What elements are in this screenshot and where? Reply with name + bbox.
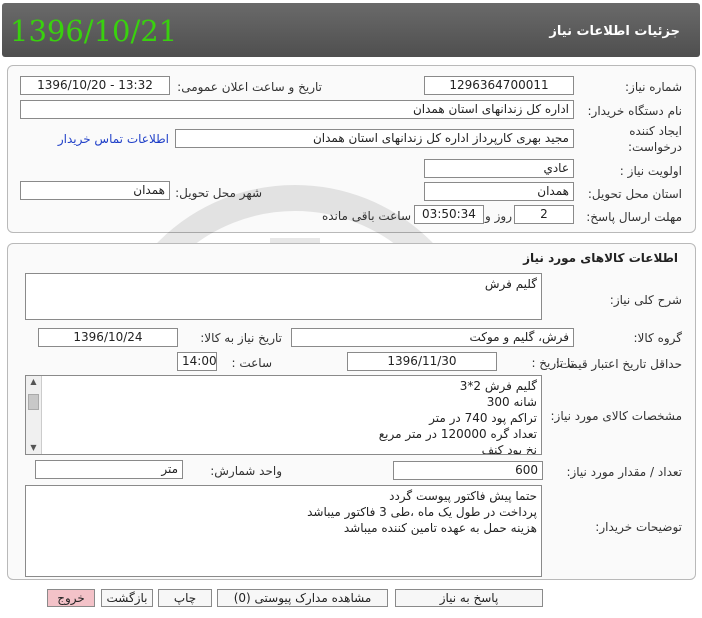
general-desc-label: شرح کلی نیاز: [609,293,682,307]
remaining-word: ساعت باقی مانده [321,209,411,223]
province-field: همدان [424,182,574,201]
until-date-label: تا تاریخ : [531,356,574,370]
province-label: استان محل تحویل: [587,187,682,201]
buyer-note-line: هزینه حمل به عهده تامین کننده میباشد [343,521,537,535]
group-label: گروه کالا: [633,331,683,345]
buyer-notes-field: حتما پیش فاکتور پیوست گردد پرداخت در طول… [25,485,542,577]
deadline-time-field: 03:50:34 [414,205,484,224]
specs-line: گلیم فرش 2*3 [459,379,537,393]
need-number-field: 1296364700011 [424,76,574,95]
priority-field: عادي [424,159,574,178]
buyer-note-line: حتما پیش فاکتور پیوست گردد [389,489,537,503]
buyer-org-label: نام دستگاه خریدار: [587,104,683,118]
reply-button[interactable]: پاسخ به نیاز [395,589,543,607]
specs-line: نخ پود کنف [481,443,537,455]
specs-line: تعداد گره 120000 در متر مربع [378,427,537,441]
hour-label: ساعت : [231,356,272,370]
buyer-notes-label: توضیحات خریدار: [595,520,682,534]
qty-label: تعداد / مقدار مورد نیاز: [566,465,682,479]
days-word: روز و [485,209,512,223]
announce-label: تاریخ و ساعت اعلان عمومی: [177,80,322,94]
min-valid-label: حداقل تاریخ اعتبار قیمت: [555,357,682,371]
need-date-field: 1396/10/24 [38,328,178,347]
creator-label-line2: درخواست: [628,140,682,154]
specs-label: مشخصات کالای مورد نیاز: [550,409,682,423]
specs-line: تراکم پود 740 در متر [429,411,537,425]
scroll-down-arrow-icon[interactable]: ▼ [26,442,41,454]
date-stamp: 1396/10/21 [10,14,178,48]
scroll-thumb[interactable] [28,394,39,410]
general-desc-field: گلیم فرش [25,273,542,320]
back-button[interactable]: بازگشت [101,589,153,607]
print-button[interactable]: چاپ [158,589,212,607]
page-title: جزئیات اطلاعات نیاز [549,24,680,39]
contact-buyer-link[interactable]: اطلاعات تماس خریدار [58,132,169,146]
creator-field: مجید بهری کارپرداز اداره کل زندانهای است… [175,129,574,148]
creator-label-line1: ایجاد کننده [629,124,682,138]
goods-section-title: اطلاعات کالاهای مورد نیاز [523,251,678,265]
need-number-label: شماره نیاز: [625,80,682,94]
city-field: همدان [20,181,170,200]
scroll-up-arrow-icon[interactable]: ▲ [26,376,41,388]
hour-field: 14:00 [177,352,217,371]
unit-field: متر [35,460,183,479]
city-label: شهر محل تحویل: [175,186,262,200]
qty-field: 600 [393,461,543,480]
need-date-label: تاریخ نیاز به کالا: [200,331,282,345]
deadline-days-field: 2 [514,205,574,224]
deadline-label: مهلت ارسال پاسخ: [586,210,682,224]
until-date-field: 1396/11/30 [347,352,497,371]
buyer-note-line: پرداخت در طول یک ماه ،طی 3 فاکتور میباشد [307,505,537,519]
unit-label: واحد شمارش: [210,464,282,478]
priority-label: اولویت نیاز : [619,164,682,178]
view-attachments-button[interactable]: مشاهده مدارک پیوستی (0) [217,589,388,607]
buyer-org-field: اداره کل زندانهای استان همدان [20,100,574,119]
group-field: فرش، گلیم و موکت [291,328,574,347]
specs-line: شانه 300 [486,395,537,409]
specs-field[interactable]: گلیم فرش 2*3 شانه 300 تراکم پود 740 در م… [25,375,542,455]
specs-scrollbar[interactable]: ▲ ▼ [26,376,42,454]
exit-button[interactable]: خروج [47,589,95,607]
announce-field: 1396/10/20 - 13:32 [20,76,170,95]
